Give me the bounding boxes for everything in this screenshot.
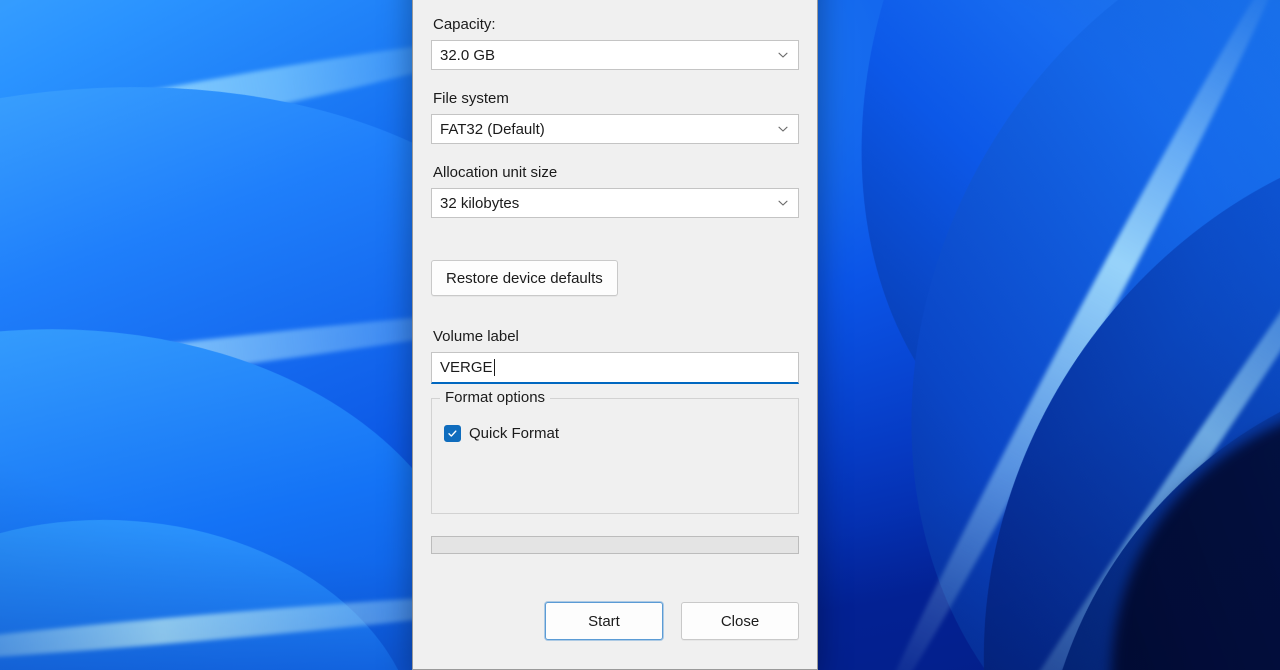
start-button[interactable]: Start [545, 602, 663, 640]
format-progress-bar [431, 536, 799, 554]
file-system-combobox[interactable]: FAT32 (Default) [431, 114, 799, 144]
chevron-down-icon [777, 123, 789, 135]
capacity-combobox[interactable]: 32.0 GB [431, 40, 799, 70]
allocation-unit-size-label: Allocation unit size [433, 164, 558, 181]
format-options-legend: Format options [440, 389, 551, 406]
quick-format-row[interactable]: Quick Format [444, 425, 786, 442]
restore-device-defaults-button[interactable]: Restore device defaults [431, 260, 618, 296]
quick-format-label: Quick Format [469, 425, 560, 442]
format-dialog: Capacity: 32.0 GB File system FAT32 (Def… [412, 0, 818, 670]
chevron-down-icon [777, 197, 789, 209]
checkmark-icon [448, 430, 457, 437]
text-caret [493, 359, 495, 376]
format-dialog-body: Capacity: 32.0 GB File system FAT32 (Def… [413, 0, 817, 669]
dialog-button-row: Start Close [431, 602, 799, 640]
format-options-group: Format options Quick Format [431, 389, 799, 514]
volume-label-label: Volume label [433, 328, 519, 345]
chevron-down-icon [777, 49, 789, 61]
capacity-value: 32.0 GB [440, 46, 496, 64]
close-button[interactable]: Close [681, 602, 799, 640]
desktop: Capacity: 32.0 GB File system FAT32 (Def… [0, 0, 1280, 670]
capacity-label: Capacity: [433, 16, 496, 33]
file-system-label: File system [433, 90, 509, 107]
allocation-unit-size-value: 32 kilobytes [440, 194, 520, 212]
quick-format-checkbox[interactable] [444, 425, 461, 442]
volume-label-input[interactable]: VERGE [431, 352, 799, 384]
allocation-unit-size-combobox[interactable]: 32 kilobytes [431, 188, 799, 218]
file-system-value: FAT32 (Default) [440, 120, 545, 138]
volume-label-value: VERGE [440, 359, 493, 376]
